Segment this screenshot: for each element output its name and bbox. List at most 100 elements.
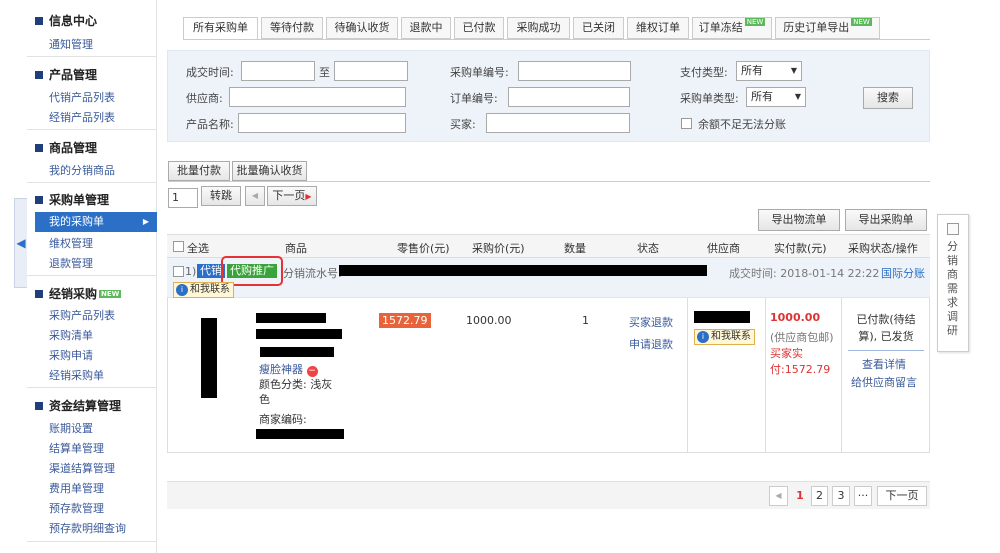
tab-all-po[interactable]: 所有采购单 <box>183 17 258 40</box>
sidebar-section-title[interactable]: 产品管理 <box>35 66 97 83</box>
sidebar-section-title[interactable]: 信息中心 <box>35 12 97 29</box>
batch-pay-button[interactable]: 批量付款 <box>168 161 230 181</box>
tab-history-export[interactable]: 历史订单导出 NEW <box>775 17 880 39</box>
deal-time-end-input[interactable] <box>334 61 408 81</box>
to-label: 至 <box>319 66 330 79</box>
product-name-input[interactable] <box>238 113 406 133</box>
view-detail-link[interactable]: 查看详情 <box>862 356 906 372</box>
tab-success[interactable]: 采购成功 <box>507 17 570 39</box>
divider <box>27 541 157 542</box>
tab-paid[interactable]: 已付款 <box>454 17 504 39</box>
sidebar-item-deposit[interactable]: 预存款管理 <box>49 500 104 516</box>
chat-icon: i <box>176 284 188 296</box>
paid-note: (供应商包邮) <box>770 331 834 344</box>
search-panel: 成交时间: 至 供应商: 产品名称: 采购单编号: 订单编号: 买家: 支付类型… <box>167 50 930 142</box>
sidebar-item-purchase-apply[interactable]: 采购申请 <box>49 347 93 363</box>
order-number-input[interactable] <box>508 87 630 107</box>
tab-closed[interactable]: 已关闭 <box>573 17 624 39</box>
divider <box>168 181 930 182</box>
supplier-input[interactable] <box>229 87 406 107</box>
prev-page-button[interactable]: ◀ <box>245 186 265 206</box>
jump-button[interactable]: 转跳 <box>201 186 241 206</box>
order-checkbox[interactable] <box>173 266 184 277</box>
ellipsis-button[interactable]: ··· <box>854 486 872 506</box>
collapse-square-icon <box>35 70 43 79</box>
th-product: 商品 <box>285 242 307 255</box>
collapse-square-icon <box>35 195 43 204</box>
supplier-label: 供应商: <box>186 92 223 105</box>
sidebar-item-purchase-list[interactable]: 采购清单 <box>49 327 93 343</box>
sidebar-item-refunds[interactable]: 退款管理 <box>49 255 93 271</box>
tab-refunding[interactable]: 退款中 <box>401 17 451 39</box>
batch-confirm-button[interactable]: 批量确认收货 <box>232 161 307 181</box>
export-po-button[interactable]: 导出采购单 <box>845 209 927 231</box>
export-logistics-button[interactable]: 导出物流单 <box>758 209 840 231</box>
th-status: 状态 <box>637 242 659 255</box>
sidebar-item-consign-products[interactable]: 代销产品列表 <box>49 89 115 105</box>
sidebar-item-rights[interactable]: 维权管理 <box>49 235 93 251</box>
supplier-contact-button[interactable]: i 和我联系 <box>694 329 755 345</box>
apply-refund-link[interactable]: 申请退款 <box>629 336 673 352</box>
deal-time-label: 成交时间: <box>186 66 234 79</box>
sidebar-item-notice[interactable]: 通知管理 <box>49 36 93 52</box>
page-number-input[interactable]: 1 <box>168 188 198 208</box>
collapse-square-icon <box>35 16 43 25</box>
sidebar-item-fee[interactable]: 费用单管理 <box>49 480 104 496</box>
next-page-button[interactable]: 下一页 <box>877 486 927 506</box>
pay-type-label: 支付类型: <box>680 66 728 79</box>
po-type-select[interactable]: 所有 ▼ <box>746 87 806 107</box>
page-2-button[interactable]: 2 <box>811 486 828 506</box>
order-row: 瘦脸神器 − 颜色分类: 浅灰色 商家编码: 1572.79 1000.00 1… <box>167 298 930 453</box>
tab-awaiting-receipt[interactable]: 待确认收货 <box>326 17 398 39</box>
sidebar-item-period[interactable]: 账期设置 <box>49 420 93 436</box>
sidebar-item-purchase-products[interactable]: 采购产品列表 <box>49 307 115 323</box>
select-all-checkbox[interactable] <box>173 241 184 252</box>
divider <box>27 182 157 183</box>
divider <box>848 350 924 351</box>
tab-rights[interactable]: 维权订单 <box>627 17 689 39</box>
sidebar-item-dealer-products[interactable]: 经销产品列表 <box>49 109 115 125</box>
deal-time: 成交时间: 2018-01-14 22:22 <box>729 267 880 280</box>
next-page-button[interactable]: 下一页▶ <box>267 186 317 206</box>
divider <box>27 275 157 276</box>
tab-frozen[interactable]: 订单冻结 NEW <box>692 17 772 39</box>
product-name-link[interactable]: 瘦脸神器 − <box>259 361 318 377</box>
page-3-button[interactable]: 3 <box>832 486 850 506</box>
po-status: 已付款(待结算), 已发货 <box>856 313 916 343</box>
sidebar-item-my-products[interactable]: 我的分销商品 <box>49 162 115 178</box>
sidebar-section-title[interactable]: 采购单管理 <box>35 191 109 208</box>
survey-float-panel[interactable]: 分销商需求调研 <box>937 214 969 352</box>
buyer-input[interactable] <box>486 113 630 133</box>
th-select-all: 全选 <box>187 242 209 255</box>
new-badge: NEW <box>99 289 122 298</box>
insufficient-balance-checkbox[interactable] <box>681 118 692 129</box>
sidebar-item-settlement[interactable]: 结算单管理 <box>49 440 104 456</box>
sidebar-section-title[interactable]: 商品管理 <box>35 139 97 156</box>
insufficient-balance-label: 余额不足无法分账 <box>698 118 786 131</box>
divider <box>765 298 766 453</box>
sidebar-item-my-po[interactable]: 我的采购单 ▶ <box>35 212 157 232</box>
table-header: 全选 商品 零售价(元) 采购价(元) 数量 状态 供应商 实付款(元) 采购状… <box>167 234 930 258</box>
sidebar-item-channel-settlement[interactable]: 渠道结算管理 <box>49 460 115 476</box>
contact-me-button[interactable]: i 和我联系 <box>173 282 234 298</box>
search-button[interactable]: 搜索 <box>863 87 913 109</box>
deal-time-start-input[interactable] <box>241 61 315 81</box>
buyer-refund-link[interactable]: 买家退款 <box>629 314 673 330</box>
sidebar-item-deposit-detail[interactable]: 预存款明细查询 <box>49 520 126 536</box>
order-index: 1) <box>185 265 197 278</box>
divider <box>841 298 842 453</box>
message-supplier-link[interactable]: 给供应商留言 <box>851 374 917 390</box>
channel-link[interactable]: 国际分账 <box>881 265 925 281</box>
sidebar-collapse-button[interactable]: ◀ <box>14 198 27 288</box>
buyer-label: 买家: <box>450 118 476 131</box>
caret-down-icon: ▼ <box>790 66 797 75</box>
sidebar-section-title[interactable]: 资金结算管理 <box>35 397 121 414</box>
page-1-current[interactable]: 1 <box>792 486 808 506</box>
prev-page-button[interactable]: ◀ <box>769 486 788 506</box>
sidebar-item-dealer-po[interactable]: 经销采购单 <box>49 367 104 383</box>
po-number-label: 采购单编号: <box>450 66 509 79</box>
po-number-input[interactable] <box>518 61 631 81</box>
tab-awaiting-payment[interactable]: 等待付款 <box>261 17 323 39</box>
sidebar-section-title[interactable]: 经销采购 NEW <box>35 285 122 302</box>
pay-type-select[interactable]: 所有 ▼ <box>736 61 802 81</box>
